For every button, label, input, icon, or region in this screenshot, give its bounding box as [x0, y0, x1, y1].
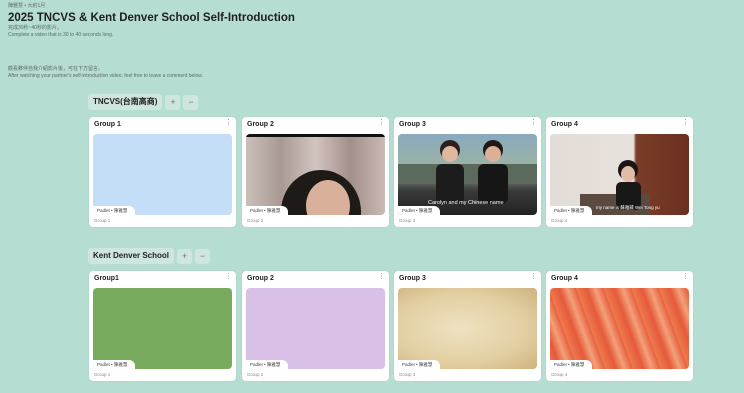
post-author: Padlet • 陳雅慧 [550, 360, 593, 369]
post-attachment[interactable]: Padlet • 陳雅慧 [398, 288, 537, 369]
more-options-icon[interactable]: ⋮ [530, 119, 537, 126]
post-footer: Group 3 [399, 372, 416, 377]
collapse-section-button[interactable]: − [183, 94, 199, 110]
post-author: Padlet • 陳雅慧 [246, 206, 289, 215]
video-thumbnail[interactable]: Padlet • 陳雅慧 [246, 134, 385, 215]
section-header-tncvs: TNCVS(台南高商) + − [88, 94, 199, 110]
subtitle-en: Complete a video that is 30 to 40 second… [8, 32, 114, 38]
more-options-icon[interactable]: ⋮ [682, 119, 689, 126]
post-title: Group 3 [399, 275, 426, 282]
section-title[interactable]: Kent Denver School [88, 248, 175, 264]
person-photo-icon [580, 160, 650, 215]
post-card-group-1[interactable]: Group 1 ⋮ Padlet • 陳雅慧 Group 1 [89, 117, 236, 227]
more-options-icon[interactable]: ⋮ [530, 273, 537, 280]
post-attachment[interactable]: Padlet • 陳雅慧 [93, 134, 232, 215]
post-author: Padlet • 陳雅慧 [550, 206, 593, 215]
post-footer: Group 2 [247, 372, 264, 377]
breadcrumb[interactable]: 陳雅慧 • 大約1月 [8, 3, 508, 10]
more-options-icon[interactable]: ⋮ [378, 119, 385, 126]
more-options-icon[interactable]: ⋮ [225, 273, 232, 280]
post-author: Padlet • 陳雅慧 [246, 360, 289, 369]
video-caption: Carolyn and my Chinese name [428, 200, 504, 206]
board-description: 觀看夥伴自我介紹影片後，可在下方留言。 After watching your … [8, 66, 408, 80]
description-en: After watching your partner's self-intro… [8, 73, 203, 79]
add-post-button[interactable]: + [177, 248, 193, 264]
section-title[interactable]: TNCVS(台南高商) [88, 94, 163, 110]
section-header-kent-denver: Kent Denver School + − [88, 248, 211, 264]
post-card-group-3[interactable]: Group 3 ⋮ Carolyn and my Chinese name Pad… [394, 117, 541, 227]
post-title: Group 3 [399, 121, 426, 128]
post-card-group-4[interactable]: Group 4 ⋮ my name is 蘇雅葳 Wei Tong yu Padl… [546, 117, 693, 227]
post-footer: Group 1 [94, 218, 111, 223]
post-author: Padlet • 陳雅慧 [398, 206, 441, 215]
video-caption: my name is 蘇雅葳 Wei Tong yu [596, 205, 660, 210]
more-options-icon[interactable]: ⋮ [682, 273, 689, 280]
video-thumbnail[interactable]: Carolyn and my Chinese name Padlet • 陳雅慧 [398, 134, 537, 215]
post-title: Group 1 [94, 121, 121, 128]
post-author: Padlet • 陳雅慧 [398, 360, 441, 369]
post-card-group-2[interactable]: Group 2 ⋮ Padlet • 陳雅慧 Group 2 [242, 271, 389, 381]
board-header: 陳雅慧 • 大約1月 2025 TNCVS & Kent Denver Scho… [8, 3, 508, 39]
post-attachment[interactable]: Padlet • 陳雅慧 [93, 288, 232, 369]
post-title: Group 2 [247, 275, 274, 282]
post-card-group-4[interactable]: Group 4 ⋮ Padlet • 陳雅慧 Group 4 [546, 271, 693, 381]
post-card-group-2[interactable]: Group 2 ⋮ Padlet • 陳雅慧 Group 2 [242, 117, 389, 227]
collapse-section-button[interactable]: − [195, 248, 211, 264]
add-post-button[interactable]: + [165, 94, 181, 110]
post-title: Group 2 [247, 121, 274, 128]
post-footer: Group 4 [551, 218, 568, 223]
post-author: Padlet • 陳雅慧 [93, 360, 136, 369]
post-card-group-1[interactable]: Group1 ⋮ Padlet • 陳雅慧 Group 1 [89, 271, 236, 381]
more-options-icon[interactable]: ⋮ [225, 119, 232, 126]
post-title: Group 4 [551, 275, 578, 282]
post-footer: Group 2 [247, 218, 264, 223]
video-thumbnail[interactable]: my name is 蘇雅葳 Wei Tong yu Padlet • 陳雅慧 [550, 134, 689, 215]
post-attachment[interactable]: Padlet • 陳雅慧 [550, 288, 689, 369]
post-footer: Group 1 [94, 372, 111, 377]
post-card-group-3[interactable]: Group 3 ⋮ Padlet • 陳雅慧 Group 3 [394, 271, 541, 381]
post-author: Padlet • 陳雅慧 [93, 206, 136, 215]
post-title: Group1 [94, 275, 119, 282]
more-options-icon[interactable]: ⋮ [378, 273, 385, 280]
post-title: Group 4 [551, 121, 578, 128]
post-footer: Group 4 [551, 372, 568, 377]
page-title: 2025 TNCVS & Kent Denver School Self-Int… [8, 12, 295, 24]
post-footer: Group 3 [399, 218, 416, 223]
person-photo-icon [246, 134, 385, 215]
post-attachment[interactable]: Padlet • 陳雅慧 [246, 288, 385, 369]
subtitle-zh: 完成30秒~40秒的影片。 [8, 25, 63, 31]
description-zh: 觀看夥伴自我介紹影片後，可在下方留言。 [8, 66, 104, 72]
